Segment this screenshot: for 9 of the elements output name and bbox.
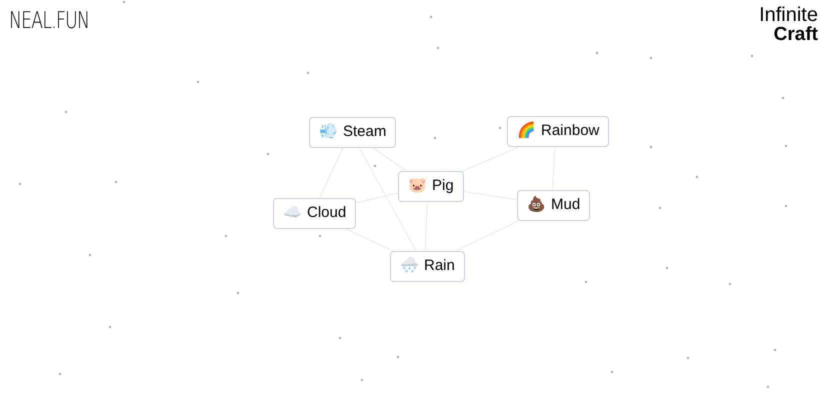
element-tile[interactable]: 💩 Mud <box>517 190 590 221</box>
element-tile[interactable]: 🌈 Rainbow <box>507 116 610 147</box>
element-tile[interactable]: 💨 Steam <box>309 117 396 148</box>
title-line: Infinite <box>759 5 818 25</box>
logo[interactable]: NEAL.FUN <box>9 4 90 38</box>
element-tile[interactable]: ☁ Cloud <box>273 198 356 229</box>
element-tile[interactable]: 🌨 Rain <box>390 251 465 282</box>
title-line: Craft <box>774 25 818 44</box>
element-tile[interactable]: 🐷 Pig <box>398 171 464 202</box>
